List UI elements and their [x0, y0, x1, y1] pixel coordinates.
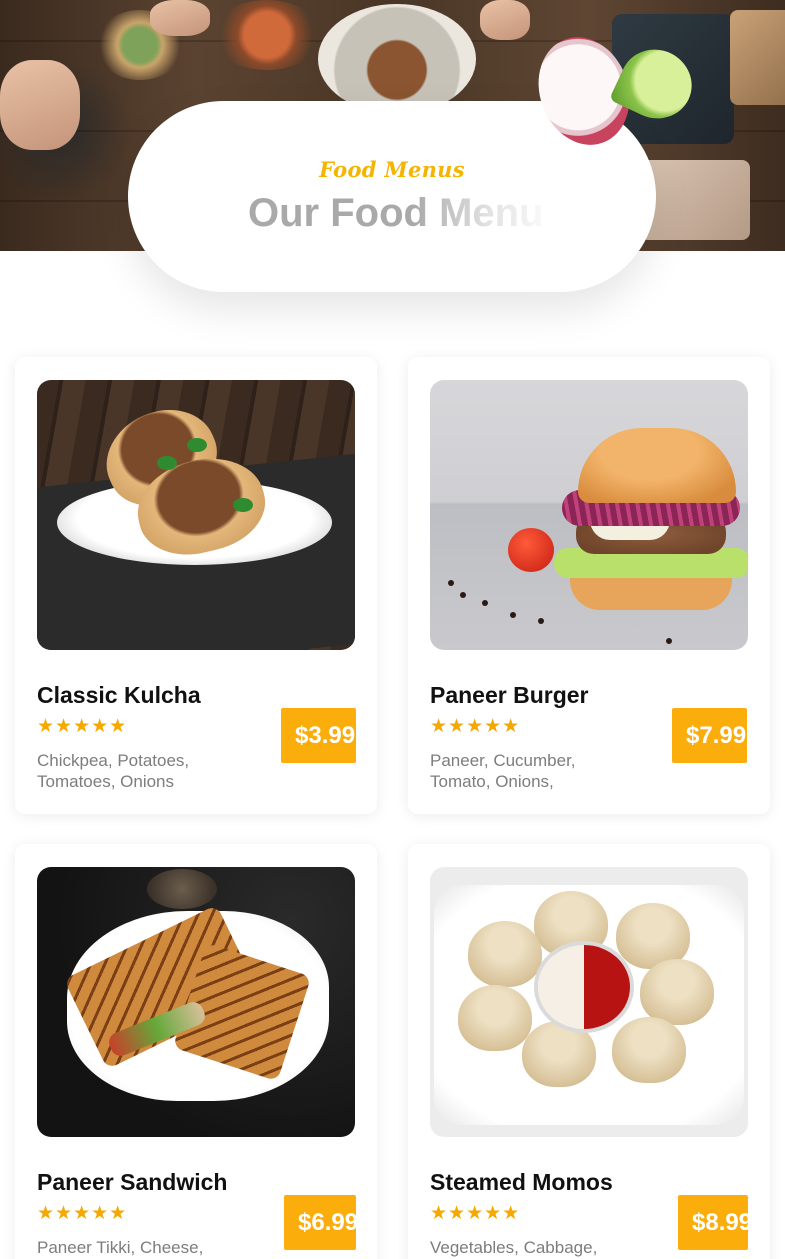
section-subtitle: Food Menus	[319, 157, 465, 182]
hero-food-dish	[640, 160, 750, 240]
hero-food-dish	[730, 10, 785, 105]
sandwich-photo	[37, 867, 355, 1137]
kulcha-photo	[37, 380, 355, 650]
section-title-card: Food Menus Our Food Menu	[128, 101, 656, 292]
rating-stars-icon: ★★★★★	[430, 715, 521, 737]
menu-card-classic-kulcha[interactable]: Classic Kulcha ★★★★★ Chickpea, Potatoes,…	[15, 357, 377, 814]
momos-photo	[430, 867, 748, 1137]
menu-card-steamed-momos[interactable]: Steamed Momos ★★★★★ Vegetables, Cabbage,…	[408, 844, 770, 1259]
hero-food-dish	[612, 14, 734, 144]
menu-item-name[interactable]: Paneer Sandwich	[37, 1169, 277, 1196]
rating-stars-icon: ★★★★★	[37, 1202, 128, 1224]
hero-hand	[0, 60, 80, 150]
hero-hand	[150, 0, 210, 36]
price-badge[interactable]: $7.99	[672, 708, 747, 763]
rating-stars-icon: ★★★★★	[37, 715, 128, 737]
section-heading: Our Food Menu	[248, 191, 544, 235]
burger-photo	[430, 380, 748, 650]
menu-item-name[interactable]: Classic Kulcha	[37, 682, 277, 709]
menu-item-name[interactable]: Paneer Burger	[430, 682, 670, 709]
price-badge[interactable]: $6.99	[284, 1195, 356, 1250]
menu-item-description: Paneer Tikki, Cheese, Onion,	[37, 1238, 204, 1257]
menu-item-name[interactable]: Steamed Momos	[430, 1169, 670, 1196]
menu-item-description: Chickpea, Potatoes, Tomatoes, Onions	[37, 751, 190, 791]
price-badge[interactable]: $8.99	[678, 1195, 748, 1250]
rating-stars-icon: ★★★★★	[430, 1202, 521, 1224]
hero-burger-plate	[318, 4, 476, 114]
menu-item-description: Paneer, Cucumber, Tomato, Onions,	[430, 751, 576, 791]
hero-food-dish	[212, 0, 322, 70]
menu-card-paneer-sandwich[interactable]: Paneer Sandwich ★★★★★ Paneer Tikki, Chee…	[15, 844, 377, 1259]
hero-hand	[480, 0, 530, 40]
price-badge[interactable]: $3.99	[281, 708, 356, 763]
menu-item-description: Vegetables, Cabbage,	[430, 1238, 598, 1257]
menu-card-paneer-burger[interactable]: Paneer Burger ★★★★★ Paneer, Cucumber, To…	[408, 357, 770, 814]
